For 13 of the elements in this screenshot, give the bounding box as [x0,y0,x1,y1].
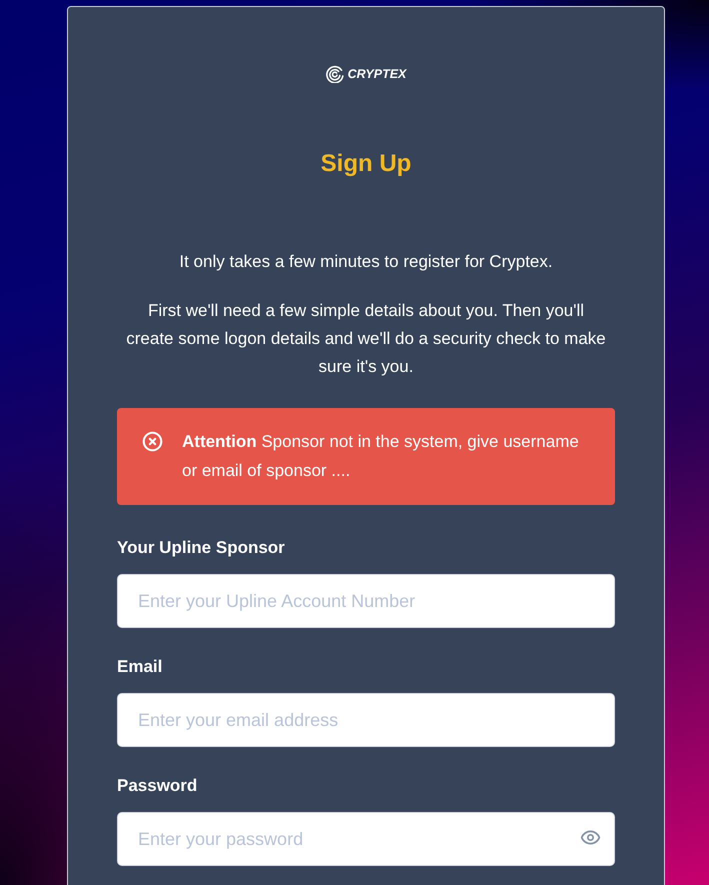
page-title: Sign Up [320,149,412,179]
field-label: Your Upline Sponsor [117,537,286,559]
alert-message: Attention Sponsor not in the system, give username or email of sponsor .... [182,431,580,482]
intro-text: It only takes a few minutes to register for Cryptex. [179,251,553,273]
close-circle-icon [142,431,163,452]
logo-icon [326,65,344,83]
field-label: Password [117,775,198,797]
input-field[interactable]: Enter your email address [117,693,615,747]
field-label: Email [117,656,164,678]
input-field[interactable]: Enter your Upline Account Number [117,574,615,628]
input-field[interactable]: Enter your password [117,812,615,866]
brand-name: CRYPTEX [348,66,406,83]
intro-text: First we'll need a few simple details about you. Then you'll create some logon details and we'll do a security check to make sure it's you. [126,300,606,378]
